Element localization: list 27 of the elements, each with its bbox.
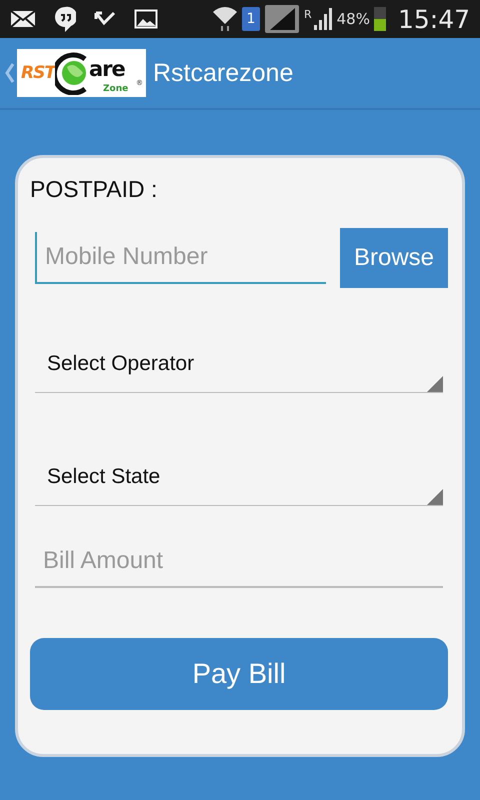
- image-icon: [134, 9, 158, 29]
- missed-call-icon: [94, 11, 116, 27]
- back-icon[interactable]: [4, 62, 16, 84]
- signal-icon: [264, 4, 300, 34]
- chat-icon: [54, 6, 76, 32]
- mail-icon: [10, 10, 36, 28]
- input-field[interactable]: Bill Amount: [35, 536, 443, 588]
- sim-badge: 1: [242, 7, 260, 31]
- pay-bill-button[interactable]: Pay Bill: [30, 638, 448, 710]
- dropdown[interactable]: Select Operator: [35, 336, 443, 393]
- dropdown-arrow-icon: [427, 489, 443, 505]
- battery-percent: 48%: [336, 10, 370, 28]
- globe-icon: [54, 51, 89, 95]
- logo-text: Zone: [103, 84, 128, 94]
- dropdown[interactable]: Select State: [35, 449, 443, 506]
- signal-icon: [312, 7, 333, 31]
- browse-button[interactable]: Browse: [340, 228, 448, 288]
- app-title: Rstcarezone: [153, 58, 294, 88]
- wifi-icon: [212, 6, 238, 32]
- logo-text: are: [88, 57, 125, 81]
- input-field[interactable]: Mobile Number: [35, 232, 326, 284]
- form-heading: POSTPAID :: [30, 176, 158, 203]
- battery-icon: [374, 7, 386, 31]
- roaming-indicator: R: [304, 8, 312, 21]
- dropdown-arrow-icon: [427, 376, 443, 392]
- logo-text: RST: [21, 63, 55, 83]
- clock: 15:47: [398, 4, 470, 34]
